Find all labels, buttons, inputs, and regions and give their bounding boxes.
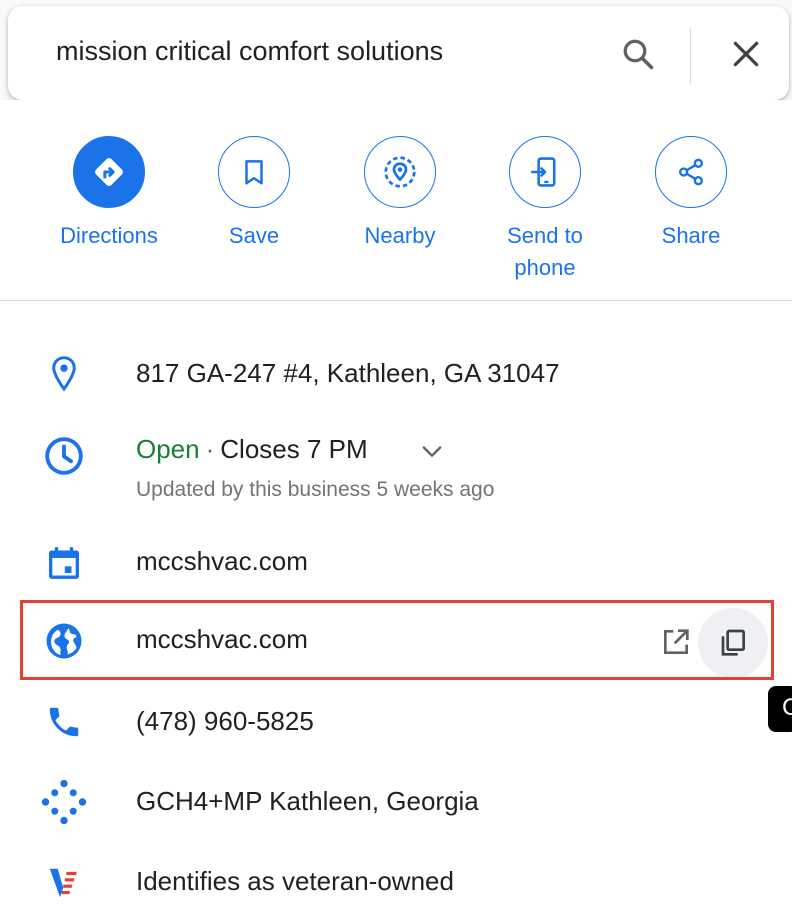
address-row[interactable]: 817 GA-247 #4, Kathleen, GA 31047 — [0, 348, 792, 402]
globe-icon — [40, 617, 88, 665]
search-input[interactable]: mission critical comfort solutions — [56, 36, 443, 67]
send-to-phone-button[interactable]: Send to phone — [475, 136, 615, 284]
send-to-phone-label: Send to phone — [507, 220, 583, 284]
veteran-owned-text: Identifies as veteran-owned — [136, 866, 454, 896]
plus-code-text: GCH4+MP Kathleen, Georgia — [136, 786, 479, 816]
tooltip: C — [768, 686, 792, 732]
place-details-panel: Directions Save Nearby Send to phone Sha… — [0, 100, 792, 920]
website-row-actions — [580, 604, 770, 678]
search-divider — [690, 28, 691, 84]
close-icon — [733, 41, 759, 67]
send-to-phone-label-line1: Send to — [507, 223, 583, 248]
directions-label: Directions — [60, 223, 158, 248]
search-bar: mission critical comfort solutions — [8, 6, 789, 100]
closing-time: Closes 7 PM — [220, 434, 368, 464]
address-text: 817 GA-247 #4, Kathleen, GA 31047 — [136, 358, 560, 388]
save-label: Save — [228, 223, 280, 248]
send-to-phone-icon — [530, 157, 556, 187]
copy-icon — [721, 629, 745, 656]
website-link[interactable]: mccshvac.com — [136, 624, 308, 655]
plus-code-icon — [40, 778, 88, 826]
veteran-owned-icon — [40, 859, 88, 907]
booking-link[interactable]: mccshvac.com — [136, 546, 308, 577]
directions-icon — [95, 158, 123, 186]
nearby-circle[interactable] — [364, 136, 436, 208]
nearby-label: Nearby — [364, 223, 436, 248]
send-to-phone-label-line2: phone — [514, 255, 576, 280]
close-search-button[interactable] — [722, 30, 770, 78]
open-website-button[interactable] — [656, 622, 696, 662]
hours-updated-note: Updated by this business 5 weeks ago — [136, 478, 495, 501]
expand-hours-button[interactable] — [412, 431, 452, 471]
phone-row[interactable]: (478) 960-5825 — [0, 696, 792, 750]
website-row[interactable]: mccshvac.com — [0, 604, 792, 678]
search-icon — [623, 39, 654, 70]
clock-icon — [40, 432, 88, 480]
share-circle[interactable] — [655, 136, 727, 208]
search-button[interactable] — [614, 30, 662, 78]
chevron-down-icon — [422, 446, 442, 457]
share-label: Share — [661, 223, 721, 248]
nearby-button[interactable]: Nearby — [330, 136, 470, 252]
bookmark-icon — [245, 160, 263, 185]
share-icon — [679, 158, 703, 186]
section-divider — [0, 300, 792, 301]
phone-icon — [40, 698, 88, 746]
booking-row[interactable]: mccshvac.com — [0, 536, 792, 590]
nearby-icon — [384, 156, 416, 188]
tooltip-text: C — [782, 694, 792, 721]
copy-website-button[interactable] — [698, 608, 768, 678]
phone-number[interactable]: (478) 960-5825 — [136, 706, 314, 737]
plus-code-row[interactable]: GCH4+MP Kathleen, Georgia — [0, 776, 792, 830]
hours-summary: Open · Closes 7 PM — [136, 434, 368, 465]
directions-circle[interactable] — [73, 136, 145, 208]
save-circle[interactable] — [218, 136, 290, 208]
location-pin-icon — [40, 350, 88, 398]
share-button[interactable]: Share — [621, 136, 761, 252]
save-button[interactable]: Save — [184, 136, 324, 252]
hours-row[interactable]: Open · Closes 7 PM Updated by this busines… — [0, 426, 792, 512]
calendar-icon — [40, 539, 88, 587]
action-buttons: Directions Save Nearby Send to phone Sha… — [0, 100, 792, 300]
directions-button[interactable]: Directions — [39, 136, 179, 252]
open-in-new-icon — [664, 629, 689, 654]
veteran-row: Identifies as veteran-owned — [0, 856, 792, 910]
hours-separator: · — [205, 434, 215, 464]
open-status: Open — [136, 434, 200, 464]
send-to-phone-circle[interactable] — [509, 136, 581, 208]
